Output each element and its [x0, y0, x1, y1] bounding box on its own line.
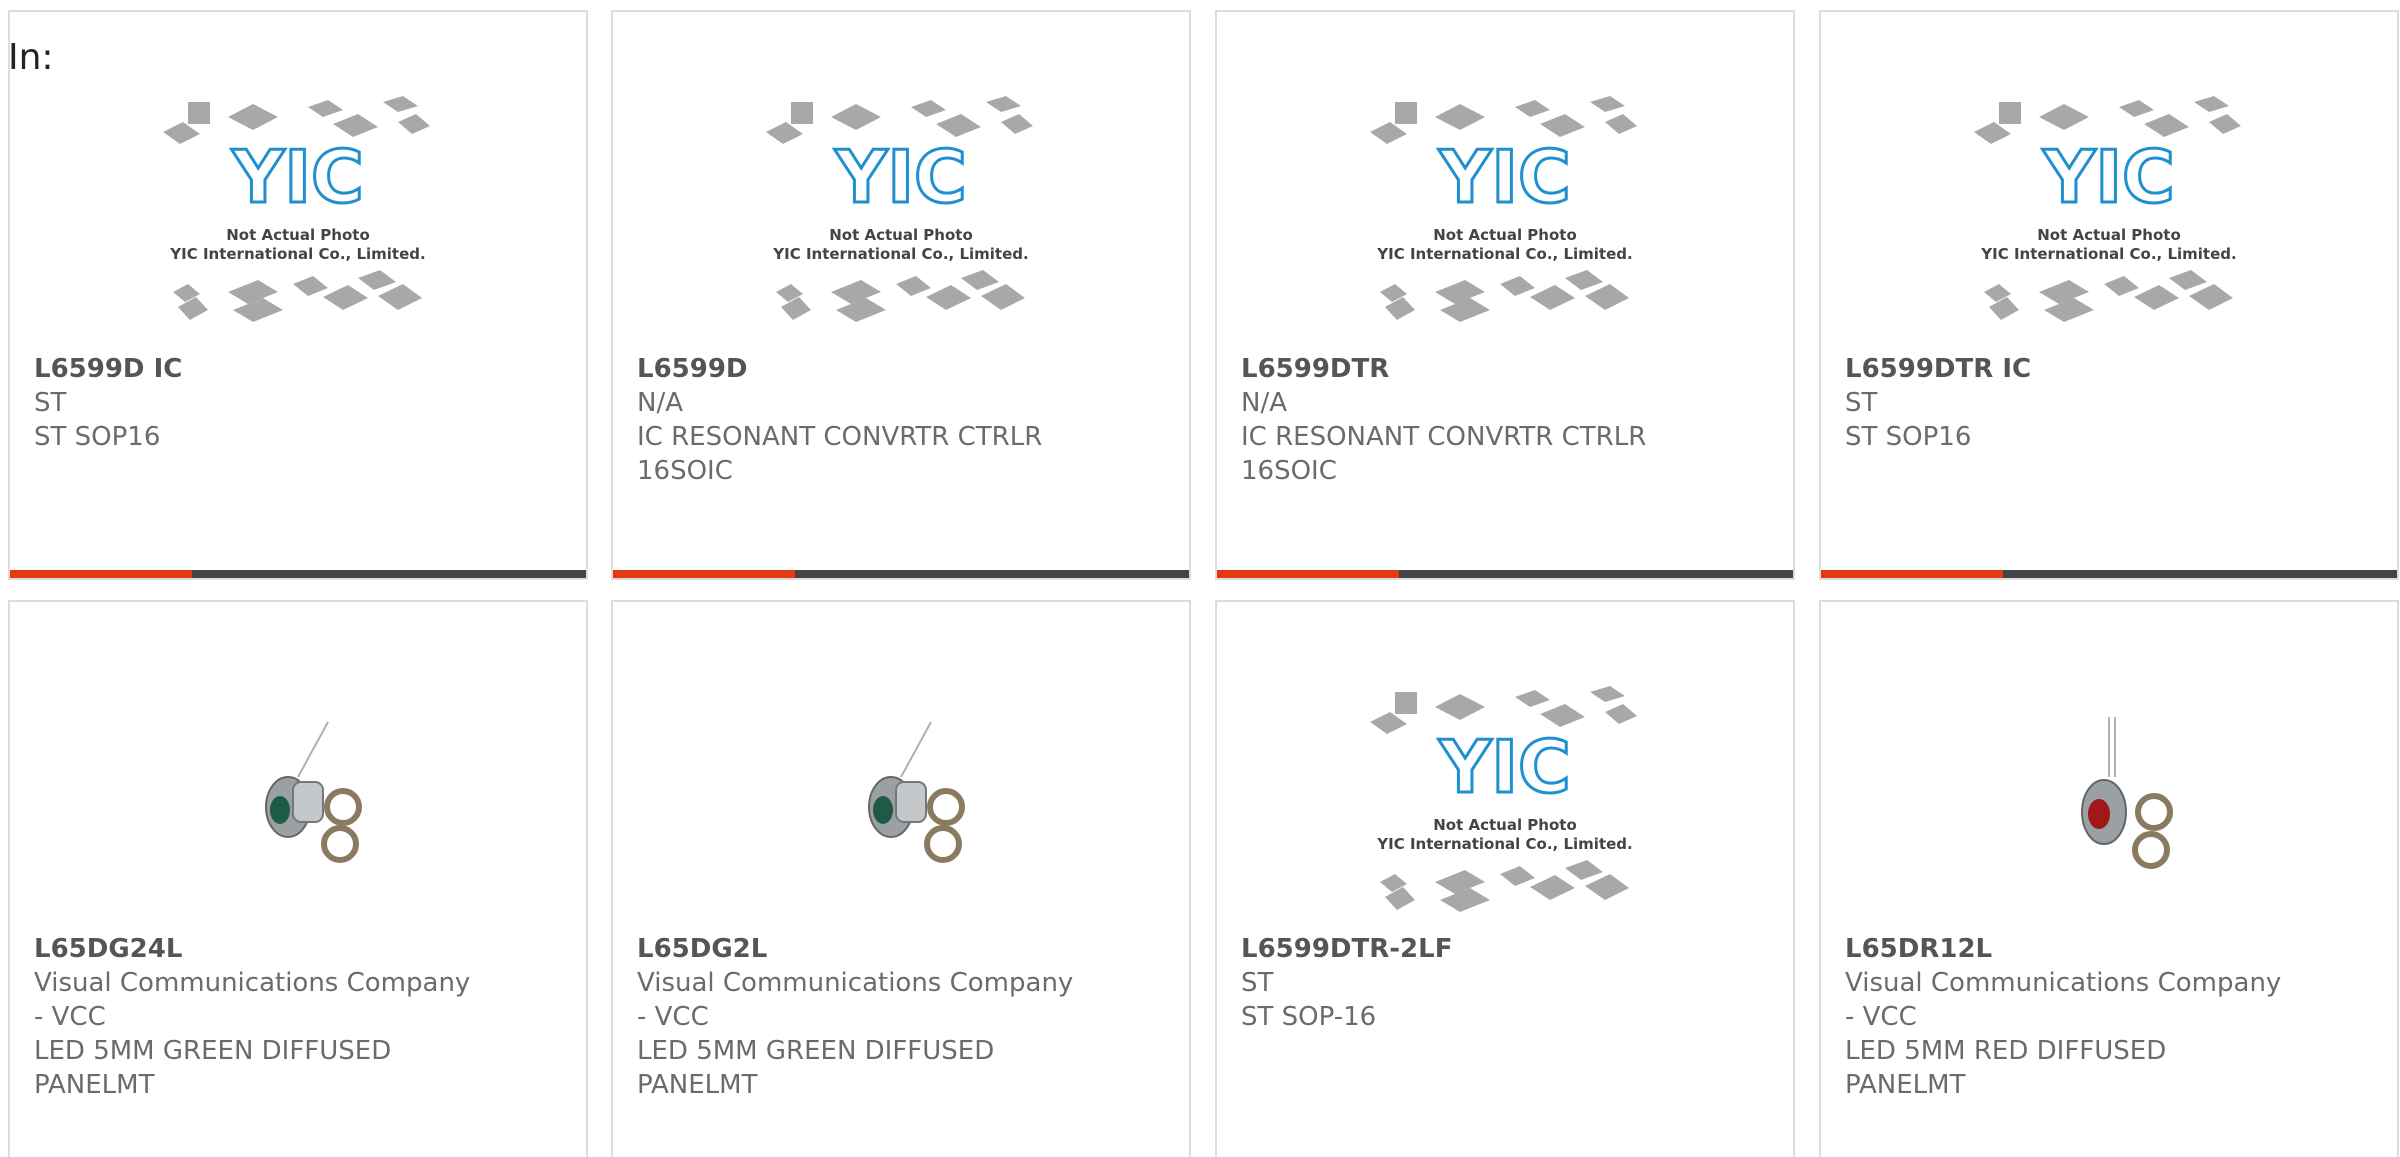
card-bottom-bar [613, 570, 1189, 578]
svg-text:Not Actual Photo: Not Actual Photo [829, 226, 973, 244]
description-label: LED 5MM GREEN DIFFUSED [34, 1036, 392, 1066]
part-number-link[interactable]: L6599DTR [1241, 352, 1773, 386]
description-label: 16SOIC [1241, 456, 1337, 486]
svg-text:YIC: YIC [1438, 135, 1571, 219]
product-card[interactable]: L65DG2L Visual Communications Company - … [611, 600, 1191, 1157]
svg-text:Not Actual Photo: Not Actual Photo [1433, 226, 1577, 244]
svg-text:YIC International Co., Limited: YIC International Co., Limited. [1376, 245, 1632, 263]
led-red-icon [2081, 717, 2173, 869]
description-label: IC RESONANT CONVRTR CTRLR [1241, 422, 1647, 452]
svg-text:YIC International Co., Limited: YIC International Co., Limited. [1980, 245, 2236, 263]
part-number-link[interactable]: L6599DTR-2LF [1241, 932, 1773, 966]
manufacturer-label: ST [34, 388, 67, 418]
svg-text:YIC International Co., Limited: YIC International Co., Limited. [1376, 835, 1632, 853]
product-image-placeholder[interactable]: YIC Not Actual Photo YIC International C… [1217, 682, 1793, 952]
manufacturer-label: ST [1845, 388, 1878, 418]
part-number-link[interactable]: L6599DTR IC [1845, 352, 2377, 386]
description-label: ST SOP16 [1845, 422, 1972, 452]
product-image-placeholder[interactable]: YIC Not Actual Photo YIC International C… [1217, 92, 1793, 362]
product-image-placeholder[interactable]: YIC Not Actual Photo YIC International C… [1821, 92, 2397, 362]
description-label: PANELMT [34, 1070, 155, 1100]
card-accent-bar [10, 570, 192, 578]
led-green-icon [868, 721, 965, 863]
description-label: IC RESONANT CONVRTR CTRLR [637, 422, 1043, 452]
chip-collage-icon: YIC Not Actual Photo YIC International C… [1370, 686, 1637, 912]
product-card[interactable]: YIC Not Actual Photo YIC International C… [1215, 10, 1795, 580]
description-label: PANELMT [637, 1070, 758, 1100]
product-card[interactable]: YIC Not Actual Photo YIC International C… [1215, 600, 1795, 1157]
part-number-link[interactable]: L65DR12L [1845, 932, 2377, 966]
manufacturer-label: - VCC [34, 1002, 106, 1032]
manufacturer-label: - VCC [637, 1002, 709, 1032]
description-label: ST SOP16 [34, 422, 161, 452]
product-image-placeholder[interactable]: YIC Not Actual Photo YIC International C… [613, 92, 1189, 362]
card-bottom-bar [1217, 570, 1793, 578]
chip-collage-icon: YIC Not Actual Photo YIC International C… [766, 96, 1033, 322]
part-number-link[interactable]: L65DG2L [637, 932, 1169, 966]
product-image[interactable] [1821, 682, 2397, 952]
part-number-link[interactable]: L6599D IC [34, 352, 566, 386]
card-accent-bar [1821, 570, 2003, 578]
manufacturer-label: N/A [1241, 388, 1287, 418]
card-bottom-bar [10, 570, 586, 578]
svg-text:YIC International Co., Limited: YIC International Co., Limited. [169, 245, 425, 263]
product-image-placeholder[interactable]: YIC Not Actual Photo YIC International C… [10, 92, 586, 362]
manufacturer-label: N/A [637, 388, 683, 418]
svg-text:YIC: YIC [834, 135, 967, 219]
part-number-link[interactable]: L65DG24L [34, 932, 566, 966]
card-bottom-bar [1821, 570, 2397, 578]
description-label: LED 5MM RED DIFFUSED [1845, 1036, 2167, 1066]
product-card[interactable]: YIC Not Actual Photo YIC International C… [8, 10, 588, 580]
chip-collage-icon: YIC Not Actual Photo YIC International C… [1974, 96, 2241, 322]
manufacturer-label: Visual Communications Company [34, 968, 471, 998]
manufacturer-label: ST [1241, 968, 1274, 998]
svg-text:YIC International Co., Limited: YIC International Co., Limited. [772, 245, 1028, 263]
svg-text:Not Actual Photo: Not Actual Photo [226, 226, 370, 244]
description-label: 16SOIC [637, 456, 733, 486]
manufacturer-label: Visual Communications Company [1845, 968, 2282, 998]
card-accent-bar [1217, 570, 1399, 578]
product-card[interactable]: YIC Not Actual Photo YIC International C… [1819, 10, 2399, 580]
svg-text:YIC: YIC [2042, 135, 2175, 219]
product-card[interactable]: L65DG24L Visual Communications Company -… [8, 600, 588, 1157]
chip-collage-icon: YIC Not Actual Photo YIC International C… [1370, 96, 1637, 322]
product-card[interactable]: YIC Not Actual Photo YIC International C… [611, 10, 1191, 580]
svg-text:Not Actual Photo: Not Actual Photo [2037, 226, 2181, 244]
card-accent-bar [613, 570, 795, 578]
description-label: LED 5MM GREEN DIFFUSED [637, 1036, 995, 1066]
product-card[interactable]: L65DR12L Visual Communications Company -… [1819, 600, 2399, 1157]
chip-collage-icon: YIC Not Actual Photo YIC International C… [163, 96, 430, 322]
description-label: ST SOP-16 [1241, 1002, 1377, 1032]
in-prefix-label: In: [8, 37, 54, 78]
led-green-icon [265, 721, 362, 863]
description-label: PANELMT [1845, 1070, 1966, 1100]
part-number-link[interactable]: L6599D [637, 352, 1169, 386]
svg-text:Not Actual Photo: Not Actual Photo [1433, 816, 1577, 834]
manufacturer-label: - VCC [1845, 1002, 1917, 1032]
product-image[interactable] [613, 682, 1189, 952]
product-image[interactable] [10, 682, 586, 952]
svg-text:YIC: YIC [1438, 725, 1571, 809]
manufacturer-label: Visual Communications Company [637, 968, 1074, 998]
svg-text:YIC: YIC [231, 135, 364, 219]
product-grid-page: In: YIC Not Actual Photo YIC Internation… [0, 0, 2400, 1157]
